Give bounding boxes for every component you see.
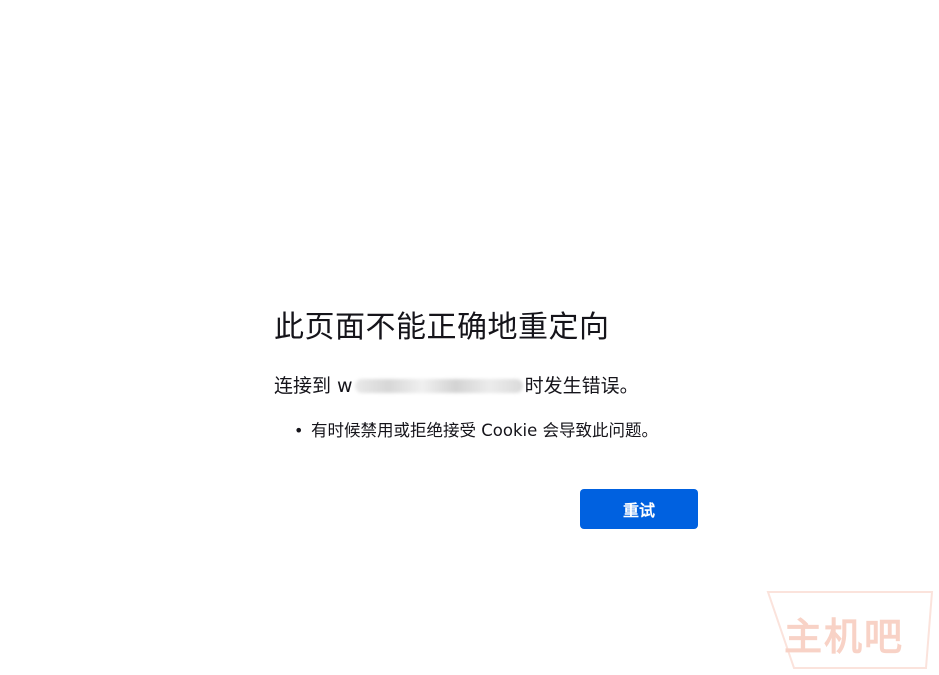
error-page: 此页面不能正确地重定向 连接到 w 时发生错误。 • 有时候禁用或拒绝接受 Co… <box>0 0 939 675</box>
redacted-hostname <box>354 379 523 393</box>
intro-prefix: 连接到 w <box>274 375 353 397</box>
intro-suffix: 时发生错误。 <box>524 375 639 397</box>
watermark-text: 主机吧 <box>784 615 905 659</box>
error-title: 此页面不能正确地重定向 <box>274 310 610 345</box>
bullet-icon: • <box>294 421 304 440</box>
watermark: 主机吧 <box>764 590 934 670</box>
retry-button[interactable]: 重试 <box>580 489 698 529</box>
detail-text: 有时候禁用或拒绝接受 Cookie 会导致此问题。 <box>311 421 658 440</box>
error-details-list: • 有时候禁用或拒绝接受 Cookie 会导致此问题。 <box>274 420 698 442</box>
error-intro: 连接到 w 时发生错误。 <box>274 374 698 398</box>
error-container: 此页面不能正确地重定向 连接到 w 时发生错误。 • 有时候禁用或拒绝接受 Co… <box>274 306 698 529</box>
list-item: • 有时候禁用或拒绝接受 Cookie 会导致此问题。 <box>294 420 698 442</box>
button-row: 重试 <box>274 489 698 529</box>
